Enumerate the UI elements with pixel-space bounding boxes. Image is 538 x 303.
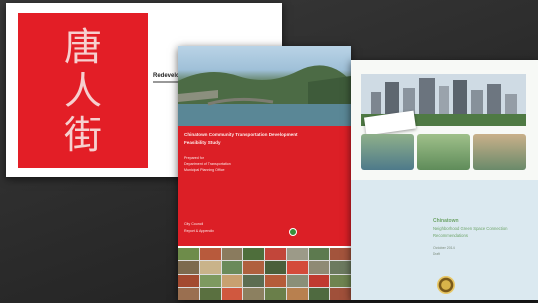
plan-subheading-1: Neighborhood Green Space Connection	[433, 226, 508, 231]
plan-heading: Chinatown	[433, 218, 459, 224]
report-logo-icon	[289, 228, 297, 236]
report-body-line-2: Department of Transportation	[184, 162, 231, 166]
title-char-3: 街	[63, 113, 102, 157]
planning-report-document[interactable]: Chinatown Community Transportation Devel…	[178, 46, 351, 300]
red-cover-panel: 唐 人 街	[18, 13, 148, 168]
thumbnail-strip	[361, 134, 526, 170]
thumbnail-people	[473, 134, 526, 170]
title-char-2: 人	[63, 69, 102, 113]
plan-small-line: Draft	[433, 252, 440, 256]
thumbnail-park	[417, 134, 470, 170]
canal-photo	[178, 46, 351, 126]
report-body-line-1: Prepared for	[184, 156, 204, 160]
chinese-title: 唐 人 街	[18, 25, 148, 157]
plan-subheading-2: Recommendations	[433, 233, 468, 238]
greenway-plan-document[interactable]: Chinatown Neighborhood Green Space Conne…	[351, 60, 538, 300]
report-subheading: Feasibility Study	[184, 140, 221, 145]
photo-mosaic	[178, 248, 351, 300]
report-footer-line-1: City Council	[184, 222, 204, 226]
report-heading: Chinatown Community Transportation Devel…	[184, 132, 298, 137]
report-footer-line-2: Report & Appendix	[184, 229, 214, 233]
report-body-line-3: Municipal Planning Office	[184, 168, 225, 172]
report-title-band: Chinatown Community Transportation Devel…	[178, 126, 351, 246]
city-seal-icon	[437, 276, 455, 294]
title-char-1: 唐	[63, 25, 102, 69]
plan-date: October 2014	[433, 246, 455, 250]
thumbnail-pond	[361, 134, 414, 170]
